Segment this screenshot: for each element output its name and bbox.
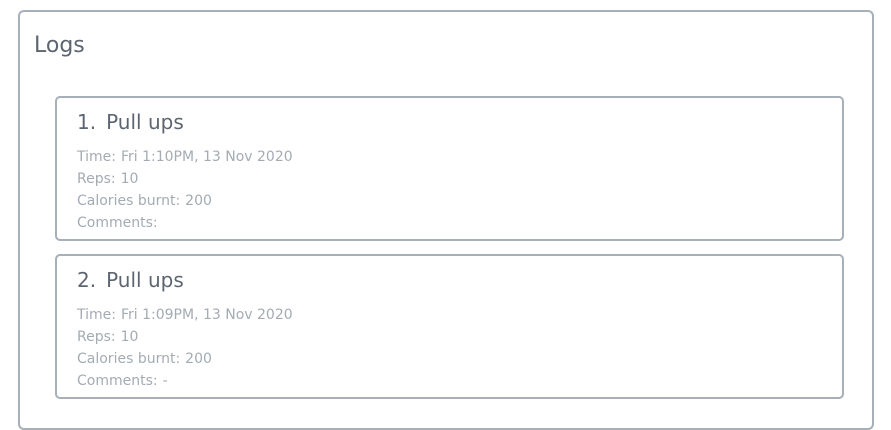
panel-title: Logs [34, 33, 85, 58]
reps-label: Reps: [77, 171, 116, 187]
log-index: 1. [77, 110, 97, 134]
time-value: Fri 1:10PM, 13 Nov 2020 [120, 149, 293, 165]
calories-value: 200 [185, 351, 212, 367]
reps-value: 10 [120, 329, 139, 345]
logs-panel: Logs 1. Pull ups Time: Fri 1:10PM, 13 Nov … [18, 10, 874, 430]
log-comments-row: Comments: [77, 212, 842, 234]
time-value: Fri 1:09PM, 13 Nov 2020 [120, 307, 293, 323]
log-heading: 2. Pull ups [77, 266, 842, 294]
comments-label: Comments: [77, 215, 158, 231]
log-time-row: Time: Fri 1:10PM, 13 Nov 2020 [77, 146, 842, 168]
log-comments-row: Comments: - [77, 370, 842, 392]
log-card[interactable]: 1. Pull ups Time: Fri 1:10PM, 13 Nov 2020 … [55, 96, 844, 241]
time-label: Time: [77, 149, 116, 165]
reps-label: Reps: [77, 329, 116, 345]
log-reps-row: Reps: 10 [77, 168, 842, 190]
comments-value: - [162, 373, 168, 389]
log-time-row: Time: Fri 1:09PM, 13 Nov 2020 [77, 304, 842, 326]
reps-value: 10 [120, 171, 139, 187]
log-list[interactable]: 1. Pull ups Time: Fri 1:10PM, 13 Nov 2020 … [55, 96, 844, 412]
log-card[interactable]: 2. Pull ups Time: Fri 1:09PM, 13 Nov 2020 … [55, 254, 844, 399]
log-index: 2. [77, 268, 97, 292]
log-exercise-name: Pull ups [106, 268, 184, 292]
calories-label: Calories burnt: [77, 193, 181, 209]
time-label: Time: [77, 307, 116, 323]
log-heading: 1. Pull ups [77, 108, 842, 136]
log-reps-row: Reps: 10 [77, 326, 842, 348]
calories-label: Calories burnt: [77, 351, 181, 367]
comments-label: Comments: [77, 373, 158, 389]
log-exercise-name: Pull ups [106, 110, 184, 134]
log-calories-row: Calories burnt: 200 [77, 190, 842, 212]
log-calories-row: Calories burnt: 200 [77, 348, 842, 370]
calories-value: 200 [185, 193, 212, 209]
